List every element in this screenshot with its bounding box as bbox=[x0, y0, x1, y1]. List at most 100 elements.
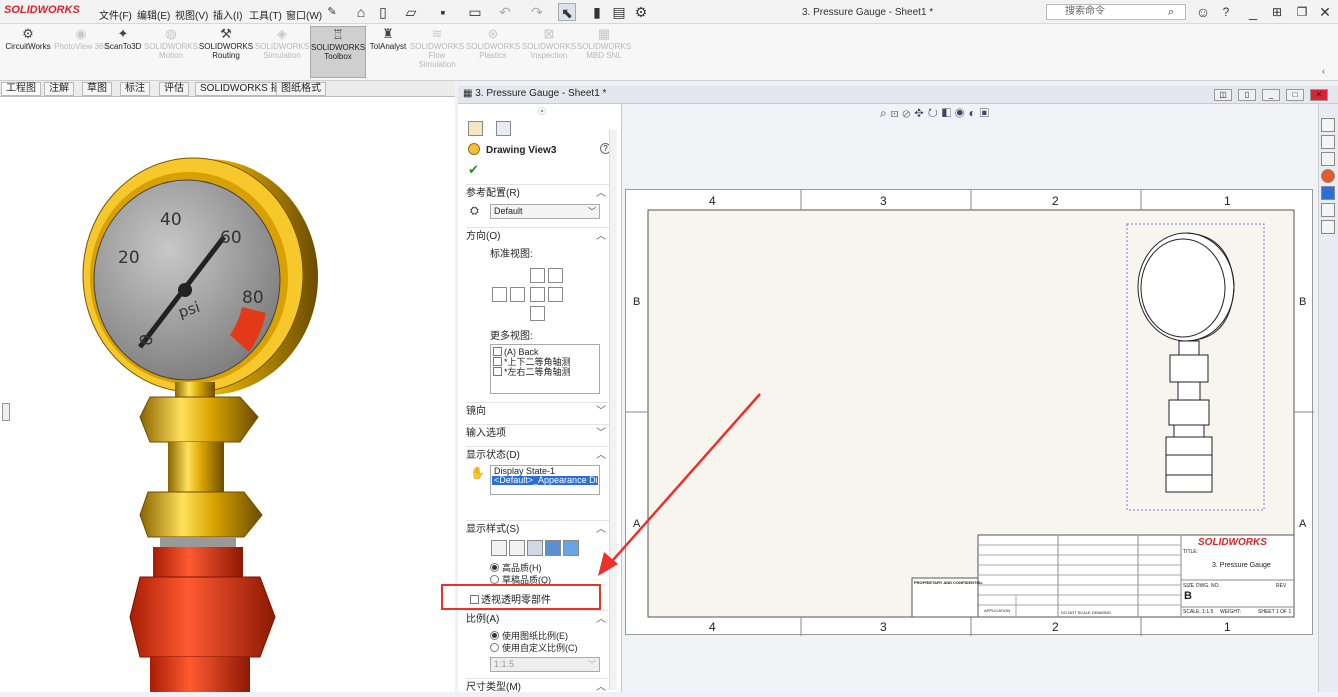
radio[interactable] bbox=[490, 631, 499, 640]
custom-properties-icon[interactable] bbox=[1321, 203, 1335, 217]
menu-window[interactable]: 窗口(W) bbox=[286, 7, 322, 22]
restore-icon[interactable]: □ bbox=[1286, 89, 1304, 101]
section-orientation[interactable]: 方向(O) ︿ bbox=[466, 227, 610, 245]
view-iso-button[interactable] bbox=[548, 268, 563, 283]
new-document-icon[interactable]: ▯ bbox=[374, 3, 392, 21]
checkbox[interactable] bbox=[493, 357, 502, 366]
tab-sheet-format[interactable]: 图纸格式 bbox=[276, 82, 326, 96]
checkbox[interactable] bbox=[493, 367, 502, 376]
panel-splitter[interactable] bbox=[2, 403, 10, 421]
display-style-icon[interactable]: ◧ bbox=[942, 106, 955, 120]
radio[interactable] bbox=[490, 575, 499, 584]
hidden-removed-style-button[interactable] bbox=[527, 540, 543, 556]
section-mirror[interactable]: 镜向 ﹀ bbox=[466, 402, 610, 420]
tab-sketch[interactable]: 草图 bbox=[82, 82, 112, 96]
collapse-ribbon-icon[interactable]: ‹ bbox=[1322, 66, 1325, 76]
print-icon[interactable]: ▭ bbox=[466, 3, 484, 21]
view-bottom-button[interactable] bbox=[530, 306, 545, 321]
ref-config-select[interactable]: Default ﹀ bbox=[490, 204, 600, 219]
select-icon[interactable]: ⬉ bbox=[558, 3, 576, 21]
cmd-routing[interactable]: ⚒ SOLIDWORKS Routing bbox=[198, 26, 254, 78]
model-viewport[interactable]: 0 20 40 60 80 psi bbox=[0, 97, 455, 692]
design-library-icon[interactable] bbox=[1321, 135, 1335, 149]
file-explorer-icon[interactable] bbox=[1321, 152, 1335, 166]
list-item[interactable]: (A) Back bbox=[493, 347, 597, 357]
cmd-motion[interactable]: ◍ SOLIDWORKS Motion bbox=[143, 26, 199, 78]
section-ref-config[interactable]: 参考配置(R) ︿ bbox=[466, 184, 610, 202]
zoom-fit-icon[interactable]: ⌕ bbox=[880, 106, 891, 120]
list-item[interactable]: *上下二等角轴测 bbox=[493, 357, 597, 367]
section-display-style[interactable]: 显示样式(S) ︿ bbox=[466, 520, 610, 538]
cmd-flow-simulation[interactable]: ≋ SOLIDWORKS Flow Simulation bbox=[409, 26, 465, 78]
cmd-tolanalyst[interactable]: ♜ TolAnalyst bbox=[360, 26, 416, 78]
section-import-options[interactable]: 输入选项 ﹀ bbox=[466, 424, 610, 442]
layout-icon[interactable]: ⊞ bbox=[1268, 3, 1286, 21]
pin-icon[interactable]: ✎ bbox=[323, 3, 341, 21]
menu-view[interactable]: 视图(V) bbox=[175, 7, 208, 22]
solidworks-forum-icon[interactable] bbox=[1321, 220, 1335, 234]
cmd-circuitworks[interactable]: ⚙ CircuitWorks bbox=[0, 26, 56, 78]
undo-icon[interactable]: ↶ bbox=[496, 3, 514, 21]
menu-file[interactable]: 文件(F) bbox=[99, 7, 132, 22]
shaded-style-button[interactable] bbox=[563, 540, 579, 556]
feature-manager-tab-icon[interactable] bbox=[468, 121, 483, 136]
use-custom-scale-radio[interactable]: 使用自定义比例(C) bbox=[490, 641, 578, 654]
hide-show-icon[interactable]: ◉ bbox=[955, 106, 969, 120]
radio[interactable] bbox=[490, 643, 499, 652]
section-dimension-type[interactable]: 尺寸类型(M) ︿ bbox=[466, 678, 610, 696]
cmd-toolbox[interactable]: ♖ SOLIDWORKS Toolbox bbox=[310, 26, 366, 78]
appearances-icon[interactable] bbox=[1321, 169, 1335, 183]
pan-icon[interactable]: ✥ bbox=[914, 106, 927, 120]
user-icon[interactable]: ☺ bbox=[1194, 3, 1212, 21]
shaded-edges-style-button[interactable] bbox=[545, 540, 561, 556]
list-item[interactable]: *左右二等角轴测 bbox=[493, 367, 597, 377]
options-gear-icon[interactable]: ⚙ bbox=[632, 3, 650, 21]
hidden-visible-style-button[interactable] bbox=[509, 540, 525, 556]
document-tab[interactable]: ▦ 3. Pressure Gauge - Sheet1 * bbox=[463, 88, 606, 99]
rotate-icon[interactable]: ↻ bbox=[928, 106, 942, 120]
menu-insert[interactable]: 插入(I) bbox=[213, 7, 242, 22]
restore-icon[interactable]: ❐ bbox=[1293, 3, 1311, 21]
cascade-icon[interactable]: ▯ bbox=[1238, 89, 1256, 101]
redo-icon[interactable]: ↷ bbox=[528, 3, 546, 21]
view-left-button[interactable] bbox=[492, 287, 507, 302]
view-back-button[interactable] bbox=[548, 287, 563, 302]
menu-edit[interactable]: 编辑(E) bbox=[137, 7, 170, 22]
file-properties-icon[interactable]: ▤ bbox=[610, 3, 628, 21]
rebuild-icon[interactable]: ▮ bbox=[588, 3, 606, 21]
tab-evaluate[interactable]: 评估 bbox=[159, 82, 189, 96]
cmd-plastics[interactable]: ⊛ SOLIDWORKS Plastics bbox=[465, 26, 521, 78]
view-top-button[interactable] bbox=[530, 268, 545, 283]
list-item-selected[interactable]: <Default>_Appearance Displ bbox=[492, 476, 598, 485]
home-icon[interactable]: ⌂ bbox=[352, 3, 370, 21]
zoom-previous-icon[interactable]: ⊘ bbox=[902, 106, 914, 120]
appearance-icon[interactable]: ◐ bbox=[968, 106, 979, 120]
help-icon[interactable]: ? bbox=[1217, 3, 1235, 21]
tab-drawing[interactable]: 工程图 bbox=[1, 82, 41, 96]
close-icon[interactable]: ✕ bbox=[1310, 89, 1328, 101]
view-front-button[interactable] bbox=[510, 287, 525, 302]
menu-tools[interactable]: 工具(T) bbox=[249, 7, 282, 22]
tile-icon[interactable]: ◫ bbox=[1214, 89, 1232, 101]
custom-scale-select[interactable]: 1:1.5 ﹀ bbox=[490, 657, 600, 672]
tab-annotation[interactable]: 注解 bbox=[44, 82, 74, 96]
more-views-list[interactable]: (A) Back *上下二等角轴测 *左右二等角轴测 bbox=[490, 344, 600, 394]
wireframe-style-button[interactable] bbox=[491, 540, 507, 556]
cmd-mbd[interactable]: ▦ SOLIDWORKS MBD SNL bbox=[576, 26, 632, 78]
resources-icon[interactable] bbox=[1321, 118, 1335, 132]
solidworks-logo[interactable]: SOLIDWORKS bbox=[4, 4, 80, 16]
section-scale[interactable]: 比例(A) ︿ bbox=[466, 610, 610, 628]
zoom-area-icon[interactable]: ⊡ bbox=[891, 106, 903, 120]
display-state-list[interactable]: Display State-1 <Default>_Appearance Dis… bbox=[490, 465, 600, 495]
heads-up-toolbar[interactable]: ⌕⊡⊘✥↻◧◉◐▣ bbox=[880, 106, 993, 121]
open-icon[interactable]: ▱ bbox=[402, 3, 420, 21]
ok-check-icon[interactable]: ✔ bbox=[468, 162, 479, 178]
search-icon[interactable]: ⌕ bbox=[1162, 3, 1180, 21]
cmd-inspection[interactable]: ⊠ SOLIDWORKS Inspection bbox=[521, 26, 577, 78]
radio[interactable] bbox=[490, 563, 499, 572]
section-display-state[interactable]: 显示状态(D) ︿ bbox=[466, 446, 610, 464]
save-icon[interactable]: ▪ bbox=[434, 3, 452, 21]
view-right-button[interactable] bbox=[530, 287, 545, 302]
cmd-simulation[interactable]: ◈ SOLIDWORKS Simulation bbox=[254, 26, 310, 78]
close-icon[interactable]: ✕ bbox=[1316, 3, 1334, 21]
